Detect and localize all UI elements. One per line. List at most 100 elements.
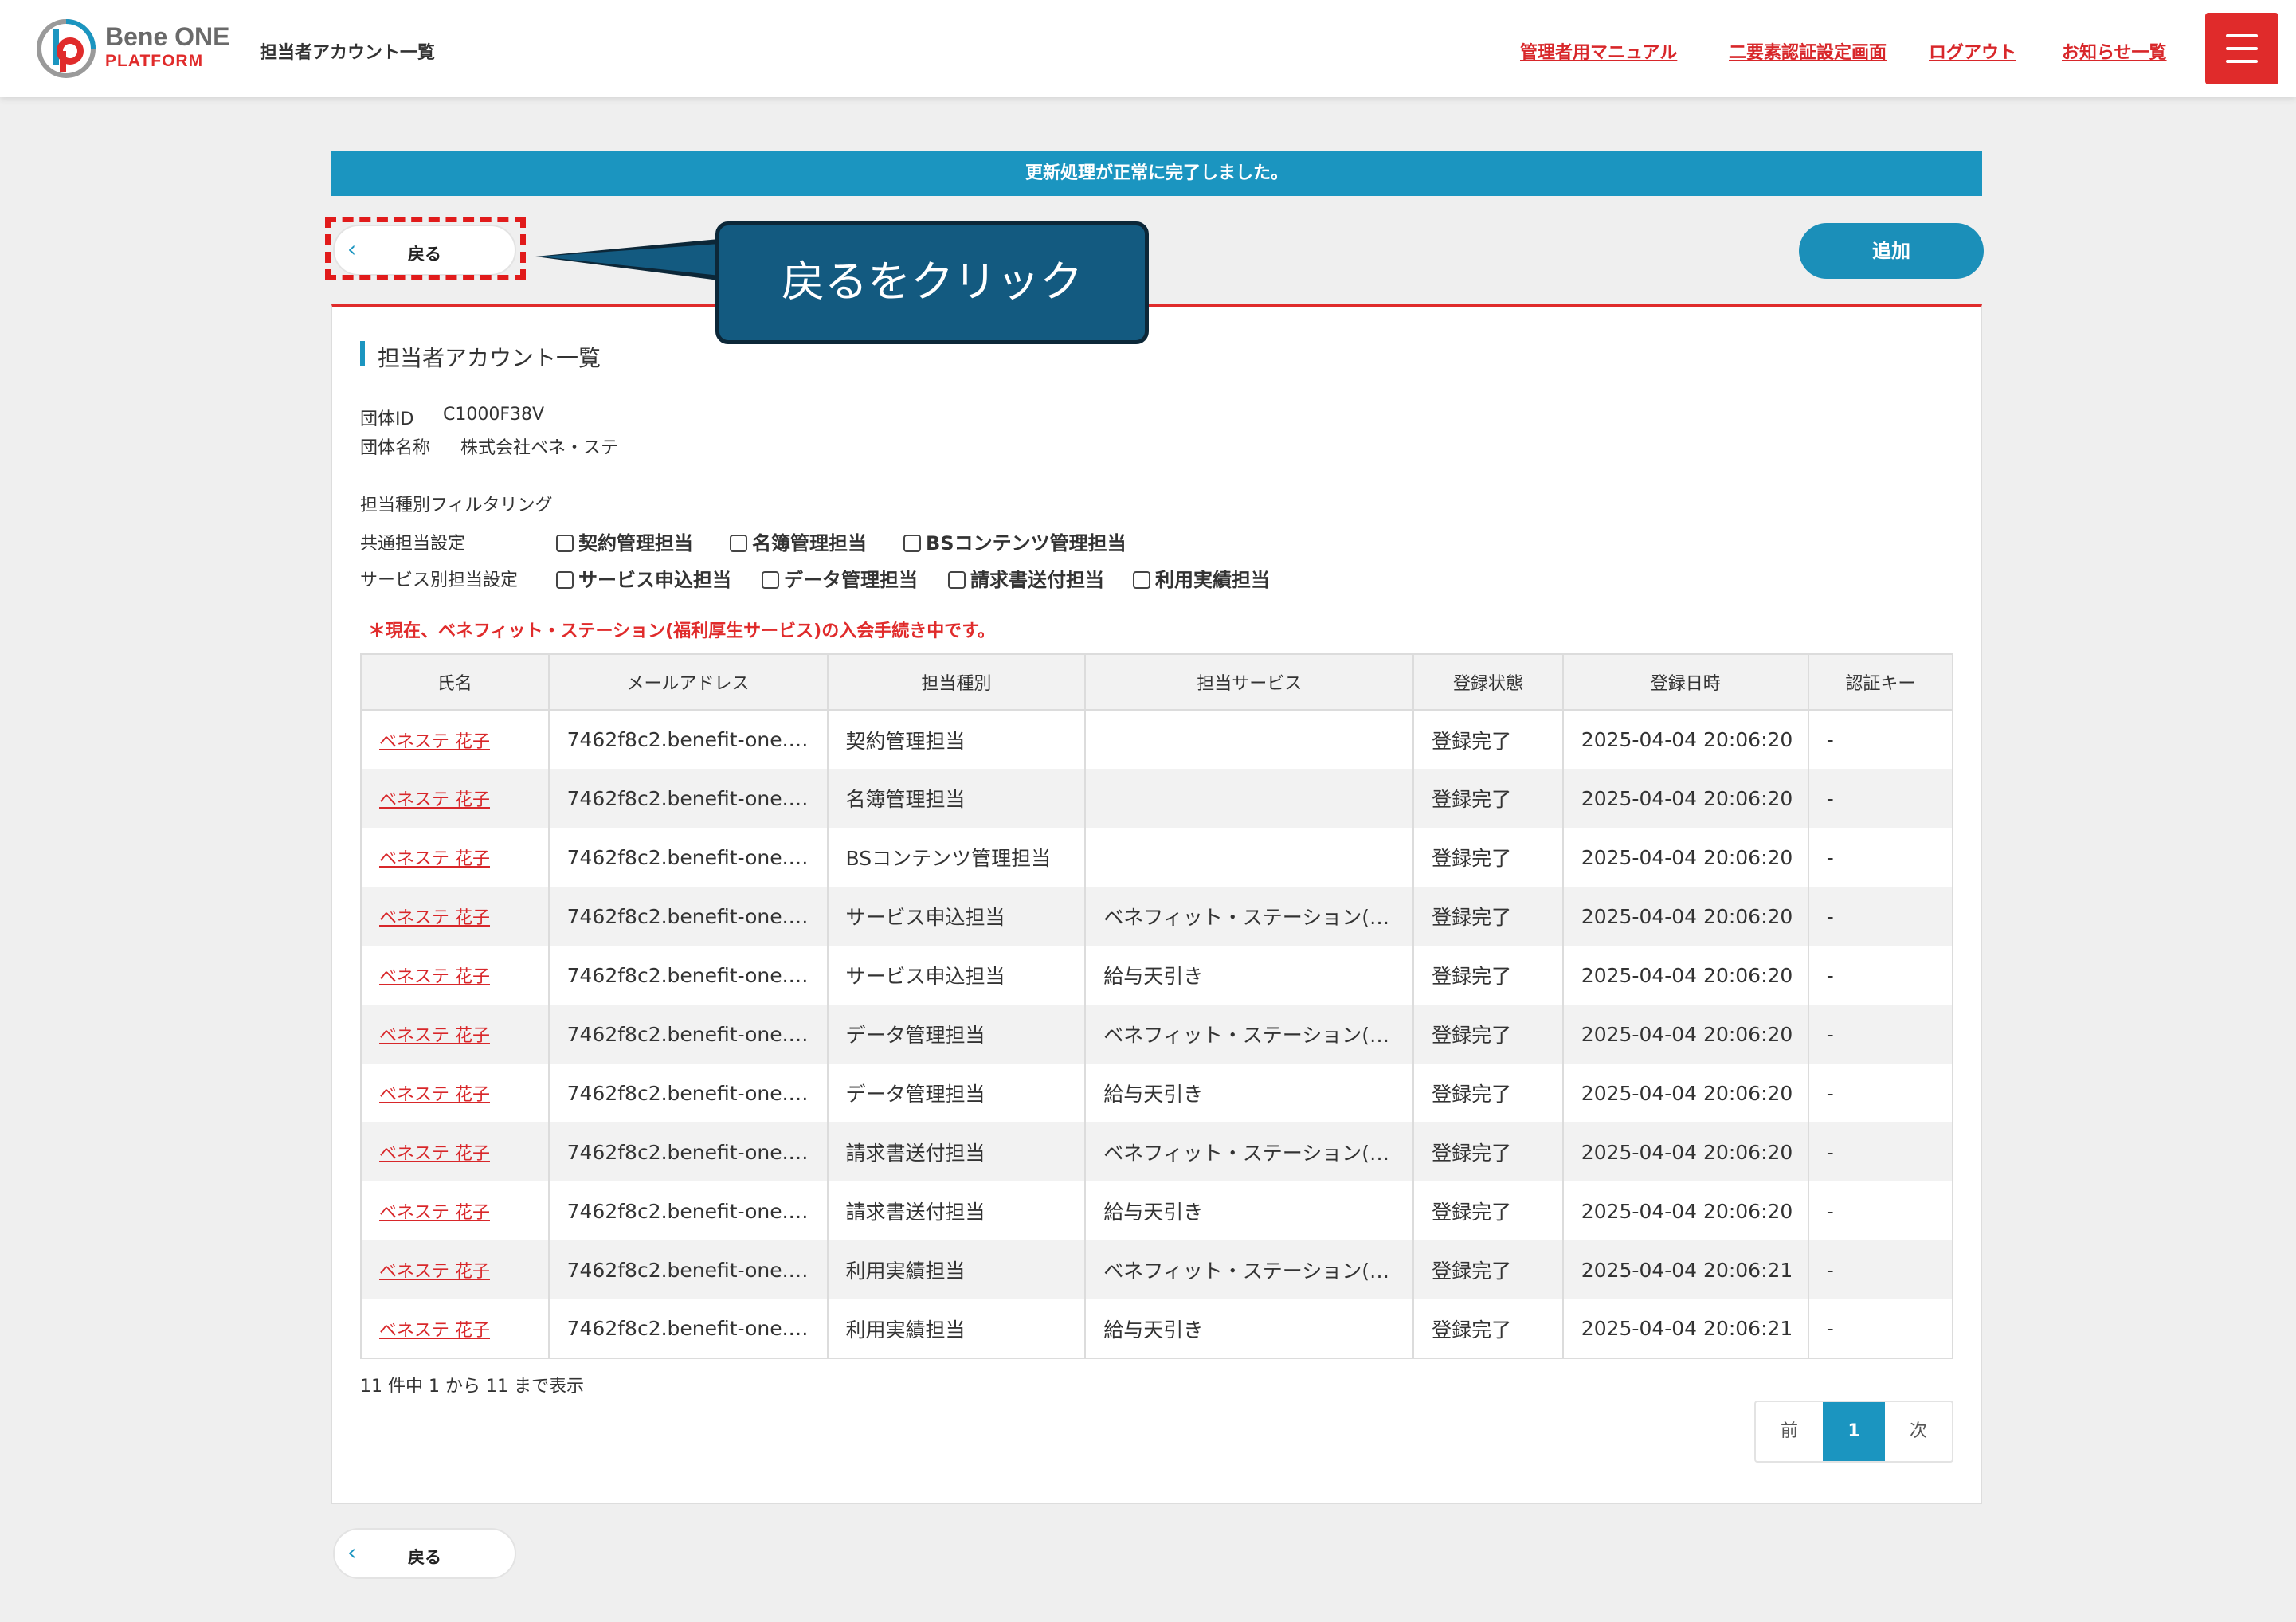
cell-role: 利用実績担当 [826,1240,1087,1299]
cell-registered-at: 2025-04-04 20:06:20 [1561,710,1809,769]
filter-data-mgmt-checkbox[interactable]: データ管理担当 [762,564,918,591]
back-button-label: 戻る [408,1548,441,1567]
nav-notices-link[interactable]: お知らせ一覧 [2062,38,2167,64]
cell-email: 7462f8c2.benefit-one.… [547,1122,829,1181]
checkbox-box[interactable] [556,535,574,552]
cell-service: ベネフィット・ステーション(… [1084,887,1415,946]
cell-email: 7462f8c2.benefit-one.… [547,828,829,887]
app-header: Bene ONE PLATFORM 担当者アカウント一覧 管理者用マニュアル 二… [0,0,2296,97]
cell-name[interactable]: ベネステ 花子 [360,1181,550,1240]
filter-service-apply-checkbox[interactable]: サービス申込担当 [556,564,731,591]
column-header-status[interactable]: 登録状態 [1412,653,1564,711]
cell-service: ベネフィット・ステーション(… [1084,1240,1415,1299]
cell-name[interactable]: ベネステ 花子 [360,710,550,769]
filter-contract-checkbox[interactable]: 契約管理担当 [556,527,693,554]
org-id-value: C1000F38V [443,405,545,425]
cell-auth-key: - [1807,1005,1954,1064]
pagination-page-current[interactable]: 1 [1823,1402,1885,1461]
instruction-callout: 戻るをクリック [715,221,1149,344]
cell-role: データ管理担当 [826,1064,1087,1122]
cell-registered-at: 2025-04-04 20:06:20 [1561,828,1809,887]
cell-registered-at: 2025-04-04 20:06:20 [1561,946,1809,1005]
cell-email: 7462f8c2.benefit-one.… [547,710,829,769]
cell-name[interactable]: ベネステ 花子 [360,1122,550,1181]
section-title-accent [360,341,365,366]
pagination-prev[interactable]: 前 [1756,1402,1823,1461]
cell-email: 7462f8c2.benefit-one.… [547,1005,829,1064]
hamburger-icon-bar-2 [2226,47,2258,50]
filter-usage-checkbox[interactable]: 利用実績担当 [1133,564,1270,591]
cell-registered-at: 2025-04-04 20:06:20 [1561,1005,1809,1064]
bene-one-logo[interactable] [35,18,97,80]
cell-role: 請求書送付担当 [826,1181,1087,1240]
cell-service: ベネフィット・ステーション(… [1084,1005,1415,1064]
cell-name[interactable]: ベネステ 花子 [360,1005,550,1064]
cell-name[interactable]: ベネステ 花子 [360,887,550,946]
org-name-label: 団体名称 [360,438,431,458]
cell-status: 登録完了 [1412,769,1564,828]
cell-status: 登録完了 [1412,1064,1564,1122]
back-button-bottom[interactable]: ‹ 戻る [333,1528,516,1579]
nav-two-factor-link[interactable]: 二要素認証設定画面 [1729,38,1887,64]
column-header-auth-key[interactable]: 認証キー [1807,653,1954,711]
column-header-role[interactable]: 担当種別 [826,653,1087,711]
checkbox-box[interactable] [730,535,747,552]
filter-title: 担当種別フィルタリング [360,496,553,515]
cell-status: 登録完了 [1412,946,1564,1005]
cell-name[interactable]: ベネステ 花子 [360,1240,550,1299]
cell-name[interactable]: ベネステ 花子 [360,1299,550,1359]
table-row: ベネステ 花子 7462f8c2.benefit-one.… サービス申込担当 給与天… [360,946,1954,1005]
checkbox-box[interactable] [1133,571,1150,589]
cell-role: 名簿管理担当 [826,769,1087,828]
checkbox-label: データ管理担当 [784,569,918,591]
cell-status: 登録完了 [1412,710,1564,769]
cell-name[interactable]: ベネステ 花子 [360,1064,550,1122]
nav-admin-manual-link[interactable]: 管理者用マニュアル [1520,38,1677,64]
column-header-email[interactable]: メールアドレス [547,653,829,711]
filter-bs-content-checkbox[interactable]: BSコンテンツ管理担当 [903,527,1126,554]
cell-status: 登録完了 [1412,1240,1564,1299]
checkbox-label: 契約管理担当 [578,532,693,554]
add-button[interactable]: 追加 [1799,223,1984,279]
column-header-service[interactable]: 担当サービス [1084,653,1415,711]
cell-registered-at: 2025-04-04 20:06:20 [1561,887,1809,946]
column-header-registered-at[interactable]: 登録日時 [1561,653,1809,711]
cell-role: 利用実績担当 [826,1299,1087,1359]
cell-service [1084,769,1415,828]
account-table: 氏名 メールアドレス 担当種別 担当サービス 登録状態 登録日時 認証キー ベネ… [360,653,1954,1359]
brand-top: Bene ONE [105,22,230,51]
cell-service: 給与天引き [1084,1181,1415,1240]
hamburger-icon-bar-1 [2226,34,2258,37]
cell-registered-at: 2025-04-04 20:06:21 [1561,1240,1809,1299]
cell-status: 登録完了 [1412,1005,1564,1064]
checkbox-box[interactable] [903,535,921,552]
nav-logout-link[interactable]: ログアウト [1929,38,2016,64]
cell-service [1084,710,1415,769]
brand-name[interactable]: Bene ONE PLATFORM [105,24,229,69]
cell-status: 登録完了 [1412,828,1564,887]
table-row: ベネステ 花子 7462f8c2.benefit-one.… 利用実績担当 ベネフィッ… [360,1240,1954,1299]
cell-email: 7462f8c2.benefit-one.… [547,887,829,946]
filter-invoice-checkbox[interactable]: 請求書送付担当 [948,564,1104,591]
cell-role: サービス申込担当 [826,946,1087,1005]
checkbox-box[interactable] [556,571,574,589]
checkbox-box[interactable] [948,571,966,589]
table-row: ベネステ 花子 7462f8c2.benefit-one.… BSコンテンツ管理担当… [360,828,1954,887]
section-title: 担当者アカウント一覧 [378,345,601,371]
table-row: ベネステ 花子 7462f8c2.benefit-one.… 名簿管理担当 登録完了 2… [360,769,1954,828]
cell-name[interactable]: ベネステ 花子 [360,946,550,1005]
cell-service: 給与天引き [1084,946,1415,1005]
record-count: 11 件中 1 から 11 まで表示 [360,1377,584,1397]
checkbox-box[interactable] [762,571,779,589]
cell-service [1084,828,1415,887]
cell-auth-key: - [1807,887,1954,946]
column-header-name[interactable]: 氏名 [360,653,550,711]
cell-service: ベネフィット・ステーション(… [1084,1122,1415,1181]
pagination-next[interactable]: 次 [1885,1402,1952,1461]
org-id-label: 団体ID [360,409,414,429]
cell-name[interactable]: ベネステ 花子 [360,828,550,887]
cell-registered-at: 2025-04-04 20:06:20 [1561,1181,1809,1240]
hamburger-menu-button[interactable] [2205,13,2278,84]
cell-name[interactable]: ベネステ 花子 [360,769,550,828]
filter-roster-checkbox[interactable]: 名簿管理担当 [730,527,867,554]
